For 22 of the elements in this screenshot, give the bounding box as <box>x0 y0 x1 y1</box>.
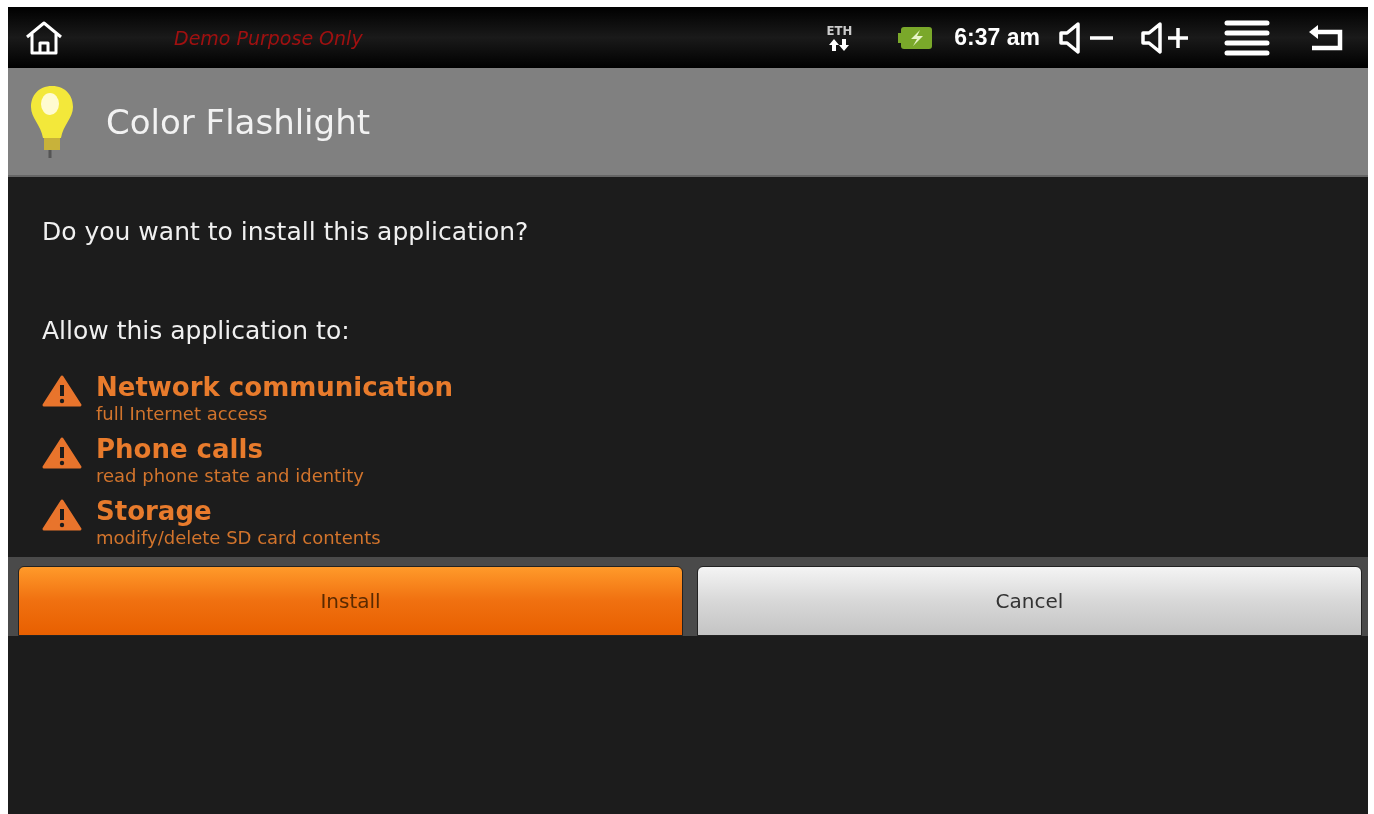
home-icon[interactable] <box>24 19 64 56</box>
install-button[interactable]: Install <box>18 566 683 636</box>
permissions-heading: Allow this application to: <box>42 316 350 345</box>
warning-icon <box>42 375 82 407</box>
dialog-title: Color Flashlight <box>106 101 371 142</box>
permission-detail: full Internet access <box>96 403 268 425</box>
permission-detail: read phone state and identity <box>96 465 364 487</box>
battery-icon <box>898 24 935 51</box>
menu-icon[interactable] <box>1224 19 1270 56</box>
status-label: Demo Purpose Only <box>174 26 363 49</box>
network-label: ETH <box>826 23 853 38</box>
cancel-button[interactable]: Cancel <box>697 566 1362 636</box>
permission-title: Phone calls <box>96 433 263 465</box>
warning-icon <box>42 499 82 531</box>
permission-title: Network communication <box>96 371 453 403</box>
volume-down-icon[interactable] <box>1058 20 1116 55</box>
up-down-arrows-icon <box>827 37 852 52</box>
permission-detail: modify/delete SD card contents <box>96 527 381 549</box>
permission-title: Storage <box>96 495 212 527</box>
install-question: Do you want to install this application? <box>42 217 529 246</box>
clock-time: 6:37 am <box>954 24 1040 51</box>
warning-icon <box>42 437 82 469</box>
